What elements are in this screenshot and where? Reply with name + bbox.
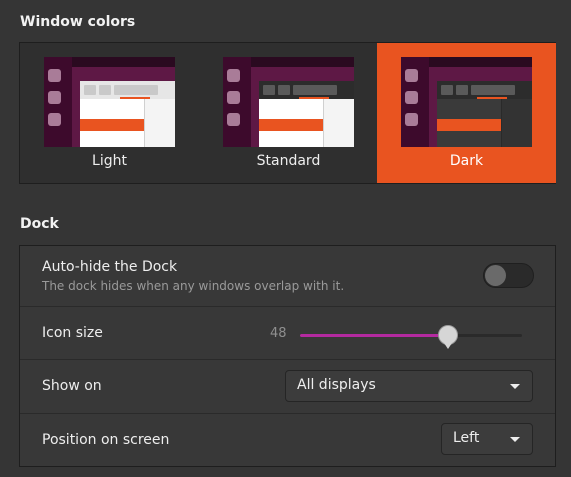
window-colors-title: Window colors <box>20 14 136 30</box>
theme-option-light[interactable]: Light <box>20 43 199 183</box>
auto-hide-description: The dock hides when any windows overlap … <box>42 279 345 293</box>
show-on-label: Show on <box>42 378 102 394</box>
theme-preview-standard <box>223 57 354 147</box>
slider-handle[interactable] <box>437 325 458 345</box>
auto-hide-switch[interactable] <box>483 263 534 288</box>
icon-size-label: Icon size <box>42 325 103 341</box>
auto-hide-row[interactable]: Auto-hide the Dock The dock hides when a… <box>20 246 555 307</box>
switch-knob <box>485 265 506 286</box>
slider-mark <box>443 343 452 349</box>
theme-option-dark[interactable]: Dark <box>377 43 556 183</box>
chevron-down-icon <box>510 437 520 442</box>
theme-preview-dark <box>401 57 532 147</box>
chevron-down-icon <box>510 384 520 389</box>
theme-option-standard[interactable]: Standard <box>199 43 378 183</box>
show-on-dropdown[interactable]: All displays <box>285 370 533 402</box>
slider-fill <box>300 334 448 337</box>
position-row: Position on screen Left <box>20 414 555 466</box>
show-on-row: Show on All displays <box>20 360 555 414</box>
theme-label-light: Light <box>92 153 127 169</box>
show-on-value: All displays <box>297 377 376 393</box>
theme-label-standard: Standard <box>256 153 321 169</box>
dock-settings-list: Auto-hide the Dock The dock hides when a… <box>19 245 556 467</box>
window-colors-chooser: Light Standard Dark <box>19 42 556 184</box>
auto-hide-label: Auto-hide the Dock <box>42 259 178 275</box>
icon-size-slider[interactable] <box>300 325 522 349</box>
theme-label-dark: Dark <box>449 153 484 169</box>
position-label: Position on screen <box>42 432 170 448</box>
icon-size-row: Icon size 48 <box>20 307 555 360</box>
theme-preview-light <box>44 57 175 147</box>
position-value: Left <box>453 430 480 446</box>
position-dropdown[interactable]: Left <box>441 423 533 455</box>
icon-size-value: 48 <box>270 326 287 341</box>
dock-title: Dock <box>20 216 59 232</box>
